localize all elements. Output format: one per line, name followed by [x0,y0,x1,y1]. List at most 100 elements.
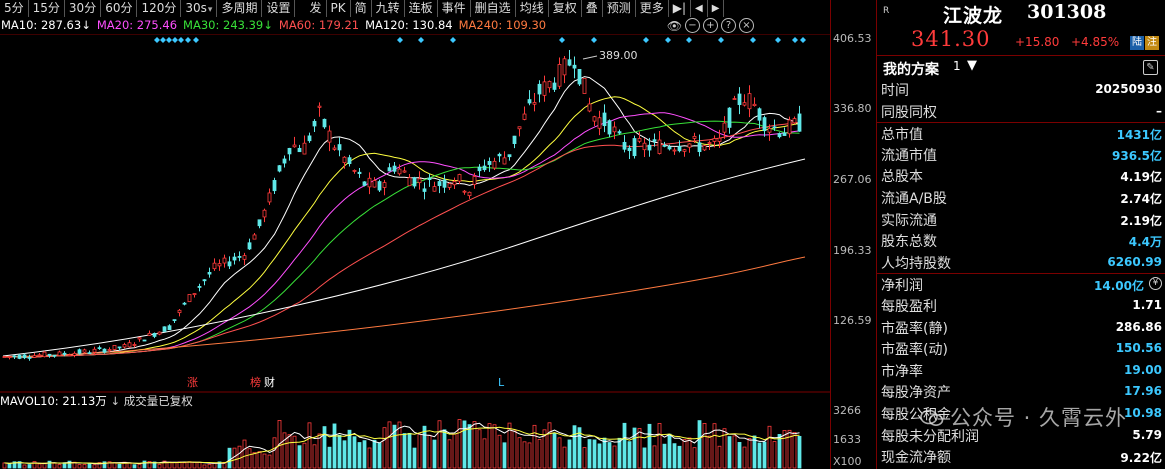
event-marker[interactable]: 榜 [250,375,261,389]
candle-body [652,139,657,142]
period-tab-1[interactable]: 15分 [29,0,65,17]
event-marker[interactable]: 涨 [187,376,198,389]
toolbar-item-5[interactable]: 事件 [438,0,471,17]
toolbar-item-11[interactable]: 更多 [636,0,669,17]
eye-icon[interactable]: 👁 [667,18,682,33]
candle-body [672,149,677,152]
period-tab-2[interactable]: 30分 [65,0,102,17]
multi-period-button[interactable]: 多周期 [217,0,263,17]
candle-body [507,154,512,158]
volume-bar [762,441,767,469]
candle-body [47,353,52,356]
fundamental-row: 流通市值 936.5亿 [877,144,1165,166]
candle-body [667,146,672,150]
collapse-panel-icon[interactable]: ▶| [669,0,692,17]
candle-body [597,117,602,129]
chart-tools: 👁 − + ? × [667,18,754,33]
ma-legend-item: MA60: 179.21 [279,17,359,34]
fundamental-key: 净利润 [881,278,923,295]
volume-bar [377,442,382,469]
signal-diamond [418,37,424,43]
candle-body [662,144,667,147]
ma-label: MA10: 287.63 [1,18,82,32]
candle-body [167,325,172,331]
toolbar-item-9[interactable]: 叠 [582,0,603,17]
volume-bar [262,453,267,469]
edit-icon[interactable]: ✎ [1143,60,1158,75]
scheme-selector[interactable]: 我的方案 1 ▼ ✎ [877,55,1165,79]
candle-body [257,219,262,227]
toolbar-item-1[interactable]: PK [327,0,351,17]
toolbar-item-7[interactable]: 均线 [516,0,549,17]
toolbar-item-4[interactable]: 连板 [405,0,438,17]
candle-body [297,147,302,153]
volume-bar [247,448,252,469]
candle-body [497,153,502,157]
toolbar-item-2[interactable]: 简 [351,0,372,17]
candle-body [467,191,472,197]
fundamental-row: 实际流通 2.19亿 [877,209,1165,231]
candle-body [697,142,702,153]
volume-bar [572,425,577,469]
ma-label: MA60: 179.21 [278,18,360,32]
candle-body [87,352,92,355]
candle-body [342,156,347,164]
period-tab-3[interactable]: 60分 [101,0,138,17]
toolbar-item-3[interactable]: 九转 [372,0,405,17]
price-change-pct: +4.85% [1071,35,1120,49]
signal-diamond [172,37,178,43]
volume-bar [192,461,197,469]
reinstated-label: 成交量已复权 [123,394,193,408]
fundamental-key: 时间 [881,83,909,99]
settings-button[interactable]: 设置 [262,0,296,17]
volume-bar [597,443,602,469]
signal-diamond [686,37,692,43]
caret-down-icon[interactable]: ▼ [967,58,977,73]
candle-body [192,293,197,296]
nav-right-icon[interactable]: ▶ [708,0,725,17]
candle-body [77,349,82,354]
volume-bar [352,436,357,469]
period-tab-4[interactable]: 120分 [137,0,182,17]
event-marker[interactable]: L [498,376,505,389]
plus-circle-icon[interactable]: + [703,18,718,33]
minus-circle-icon[interactable]: − [685,18,700,33]
volume-bar [137,463,142,469]
candle-body [422,188,427,192]
toolbar-item-6[interactable]: 删自选 [471,0,516,17]
fundamental-key: 同股同权 [881,104,937,121]
volume-bar [617,437,622,469]
stock-title: R 江波龙 301308 [877,0,1165,27]
toolbar-item-10[interactable]: 预测 [603,0,636,17]
candle-body [747,93,752,110]
period-tab-5[interactable]: 30s [181,0,218,17]
volume-bar [412,447,417,469]
fundamental-key: 现金流净额 [881,450,951,467]
volume-bar [702,423,707,469]
nav-left-icon[interactable]: ◀ [691,0,708,17]
volume-bar [2,462,7,469]
volume-bar [37,463,42,469]
candle-body [777,133,782,138]
volume-header: MAVOL10: 21.13万 ↓ 成交量已复权 [0,393,193,409]
period-tab-0[interactable]: 5分 [0,0,29,17]
volume-bar [567,439,572,469]
help-circle-icon[interactable]: ? [721,18,736,33]
signal-diamond [750,37,756,43]
volume-bar [297,445,302,469]
candle-body [402,170,407,173]
close-circle-icon[interactable]: × [739,18,754,33]
fundamental-value: 1.71 [1132,298,1162,312]
ma-legend-item: MA120: 130.84 [365,17,453,34]
event-marker[interactable]: 财 [264,375,275,389]
volume-bar [562,446,567,469]
volume-bar [457,419,462,469]
candle-body [137,337,142,340]
fundamental-value: 20250930 [1095,82,1162,96]
toolbar-item-0[interactable]: 发 [305,0,327,17]
candle-body [627,147,632,152]
candle-body [272,180,277,192]
candle-body [207,272,212,275]
toolbar-item-8[interactable]: 复权 [549,0,582,17]
volume-bar [382,427,387,469]
